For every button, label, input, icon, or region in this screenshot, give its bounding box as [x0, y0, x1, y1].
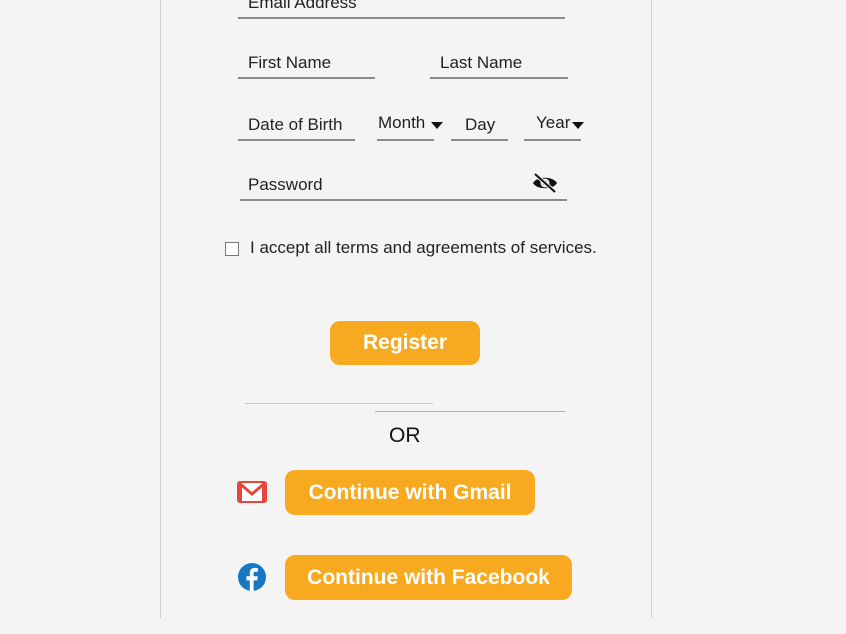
email-placeholder: Email Address	[248, 0, 357, 12]
year-select[interactable]: Year	[524, 108, 584, 141]
continue-with-facebook-button[interactable]: Continue with Facebook	[285, 555, 572, 600]
gmail-button-label: Continue with Gmail	[308, 480, 512, 504]
date-of-birth-field: Date of Birth	[238, 108, 355, 141]
or-separator: OR	[389, 424, 421, 447]
register-button[interactable]: Register	[330, 321, 480, 365]
password-placeholder: Password	[248, 175, 323, 194]
last-name-placeholder: Last Name	[440, 53, 523, 72]
divider-right	[375, 411, 565, 412]
divider-left	[245, 403, 433, 404]
day-label: Day	[465, 115, 496, 134]
terms-label: I accept all terms and agreements of ser…	[250, 238, 597, 257]
eye-slash-icon[interactable]	[531, 172, 559, 194]
day-field[interactable]: Day	[451, 108, 508, 141]
register-button-label: Register	[362, 331, 448, 354]
last-name-field[interactable]: Last Name	[430, 46, 568, 79]
first-name-placeholder: First Name	[248, 53, 332, 72]
date-of-birth-label: Date of Birth	[248, 115, 343, 134]
terms-checkbox[interactable]	[225, 242, 239, 256]
email-field[interactable]: Email Address	[238, 0, 565, 19]
first-name-field[interactable]: First Name	[238, 46, 375, 79]
facebook-icon	[238, 563, 266, 591]
password-field[interactable]: Password	[240, 166, 567, 201]
chevron-down-icon	[572, 122, 584, 129]
registration-card	[160, 0, 652, 618]
continue-with-gmail-button[interactable]: Continue with Gmail	[285, 470, 535, 515]
facebook-button-label: Continue with Facebook	[307, 565, 550, 589]
gmail-icon	[237, 481, 267, 503]
month-select[interactable]: Month	[377, 108, 443, 141]
year-label: Year	[536, 113, 571, 132]
chevron-down-icon	[431, 122, 443, 129]
page: Email Address First Name Last Name Date …	[0, 0, 846, 634]
month-label: Month	[378, 113, 426, 132]
